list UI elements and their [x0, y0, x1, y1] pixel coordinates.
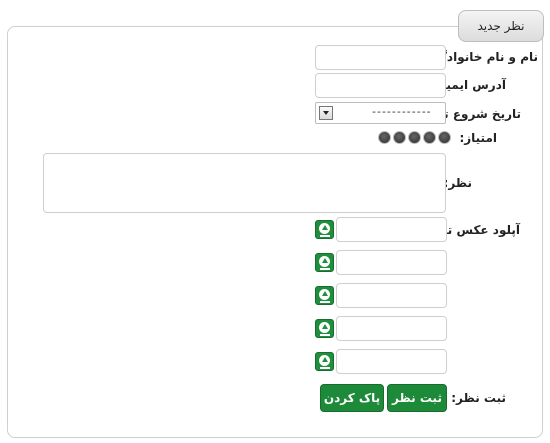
chevron-down-icon[interactable]	[319, 106, 333, 120]
tour-date-select[interactable]: ------------	[315, 102, 446, 124]
upload-icon[interactable]	[315, 253, 334, 272]
clear-button[interactable]: پاک کردن	[320, 384, 384, 412]
upload-file-input-2[interactable]	[336, 250, 447, 275]
rating-star-icon[interactable]	[438, 131, 451, 144]
comment-label: نظر:	[443, 176, 472, 190]
rating-star-icon[interactable]	[378, 131, 391, 144]
email-input[interactable]	[315, 73, 446, 98]
rating-star-icon[interactable]	[393, 131, 406, 144]
submit-button[interactable]: ثبت نظر	[387, 384, 447, 412]
comment-textarea[interactable]	[43, 153, 446, 213]
rating-star-icon[interactable]	[408, 131, 421, 144]
upload-file-input-5[interactable]	[336, 349, 447, 374]
upload-icon[interactable]	[315, 286, 334, 305]
upload-icon[interactable]	[315, 319, 334, 338]
rating-stars[interactable]	[378, 131, 451, 144]
rating-star-icon[interactable]	[423, 131, 436, 144]
full-name-input[interactable]	[315, 45, 446, 70]
submit-row-label: ثبت نظر:	[451, 391, 506, 405]
upload-file-input-3[interactable]	[336, 283, 447, 308]
upload-file-input-4[interactable]	[336, 316, 447, 341]
upload-icon[interactable]	[315, 352, 334, 371]
upload-file-input-1[interactable]	[336, 217, 447, 242]
panel-tab-title: نظر جدید	[458, 10, 544, 42]
upload-icon[interactable]	[315, 220, 334, 239]
rating-label: امتیاز:	[459, 131, 497, 145]
tour-date-value: ------------	[372, 105, 432, 118]
